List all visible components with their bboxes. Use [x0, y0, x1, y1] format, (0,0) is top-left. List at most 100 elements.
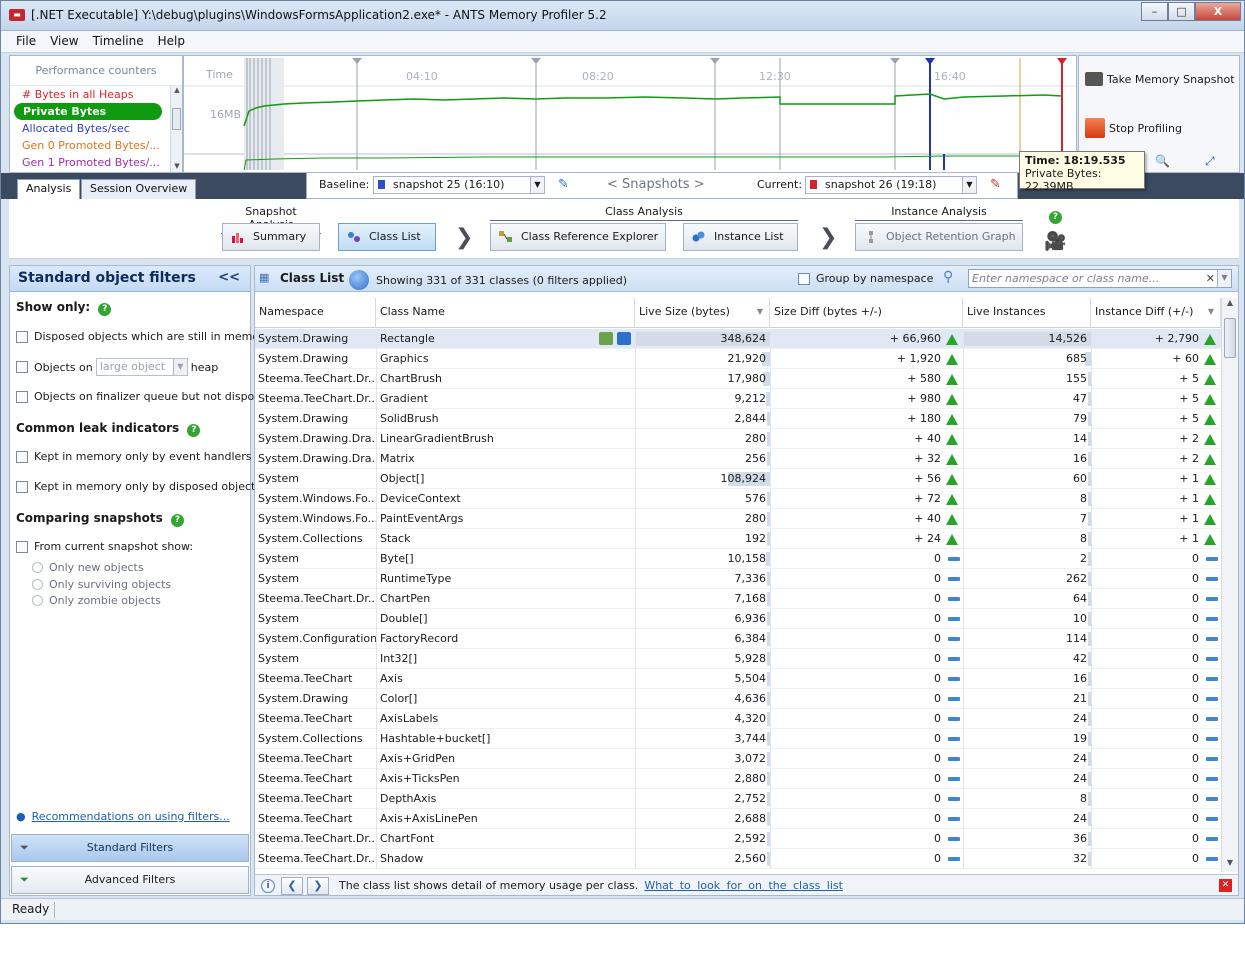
zoom-icon[interactable]: 🔍 — [1155, 154, 1170, 168]
table-row[interactable]: System.Collections Hashtable+bucket[] 3,74… — [255, 729, 1221, 749]
chevron-down-icon[interactable]: ▼ — [1217, 270, 1231, 287]
summary-button[interactable]: Summary — [222, 223, 320, 251]
checkbox[interactable] — [16, 330, 28, 343]
tab-analysis[interactable]: Analysis — [17, 179, 81, 199]
table-row[interactable]: System.Windows.Fo... PaintEventArgs 280 + 4… — [255, 509, 1221, 529]
edit-baseline-pencil-icon[interactable]: ✎ — [558, 177, 572, 192]
menu-view[interactable]: View — [43, 31, 85, 52]
info-link[interactable]: What to look for on the class list — [644, 879, 843, 892]
timeline-graph[interactable]: Time 16MB 04:10 08:20 12:30 16:40 — [183, 55, 1077, 173]
filter-finalizer[interactable]: Objects on finalizer queue but not dispo… — [16, 390, 274, 403]
table-row[interactable]: Steema.TeeChart Axis+GridPen 3,072 0 24 0 — [255, 749, 1221, 769]
help-icon[interactable]: ? — [170, 514, 184, 527]
table-row[interactable]: Steema.TeeChart.Dr... Gradient 9,212 + 980 4… — [255, 389, 1221, 409]
table-row[interactable]: System Byte[] 10,158 0 2 0 — [255, 549, 1221, 569]
table-row[interactable]: Steema.TeeChart Axis+AxisLinePen 2,688 0 24 0 — [255, 809, 1221, 829]
filter-event-handlers[interactable]: Kept in memory only by event handlers — [16, 450, 252, 463]
object-retention-graph-button[interactable]: Object Retention Graph — [855, 223, 1023, 251]
col-namespace[interactable]: Namespace — [255, 298, 376, 328]
col-live-size[interactable]: Live Size (bytes) ▼ — [635, 298, 770, 328]
edit-current-pencil-icon[interactable]: ✎ — [990, 177, 1004, 192]
minimize-button[interactable]: – — [1141, 2, 1168, 21]
table-row[interactable]: System.Drawing.Dra... LinearGradientBrush… — [255, 429, 1221, 449]
table-row[interactable]: System.Drawing Color[] 4,636 0 21 0 — [255, 689, 1221, 709]
maximize-button[interactable]: □ — [1168, 2, 1195, 21]
table-row[interactable]: System Int32[] 5,928 0 42 0 — [255, 649, 1221, 669]
perf-counters-scrollbar[interactable]: ▲ ▼ — [170, 86, 182, 172]
checkbox[interactable] — [16, 450, 28, 463]
help-icon[interactable]: ? — [187, 424, 201, 437]
col-size-diff[interactable]: Size Diff (bytes +/-) — [770, 298, 963, 328]
take-snapshot-button[interactable]: Take Memory Snapshot — [1085, 72, 1235, 86]
table-row[interactable]: System.Drawing.Dra... Matrix 256 + 32 16 + 2 — [255, 449, 1221, 469]
table-row[interactable]: System.Drawing SolidBrush 2,844 + 180 79 + 5 — [255, 409, 1221, 429]
checkbox[interactable] — [798, 272, 810, 285]
class-search-input[interactable]: Enter namespace or class name... ✕ ▼ — [968, 269, 1232, 288]
table-row[interactable]: Steema.TeeChart DepthAxis 2,752 0 8 0 — [255, 789, 1221, 809]
filter-disposed-objects[interactable]: Kept in memory only by disposed objects — [16, 480, 261, 493]
menu-file[interactable]: File — [9, 31, 43, 52]
perf-counter-item[interactable]: # Bytes in all Heaps — [10, 86, 168, 103]
radio-only-new[interactable]: Only new objects — [32, 561, 144, 574]
col-instance-diff[interactable]: Instance Diff (+/-) ▼ — [1091, 298, 1221, 328]
group-by-namespace[interactable]: Group by namespace — [798, 272, 933, 285]
perf-counter-item[interactable]: Gen 0 Promoted Bytes/... — [10, 137, 168, 154]
reference-explorer-icon[interactable] — [599, 332, 613, 345]
radio-only-surviving[interactable]: Only surviving objects — [32, 578, 171, 591]
table-row[interactable]: System.Drawing Graphics 21,920 + 1,920 685 + … — [255, 349, 1221, 369]
scroll-thumb[interactable] — [1224, 318, 1236, 358]
perf-counter-item[interactable]: Gen 1 Promoted Bytes/... — [10, 154, 168, 171]
table-row[interactable]: System.Collections Stack 192 + 24 8 + 1 — [255, 529, 1221, 549]
current-dropdown[interactable]: snapshot 26 (19:18) ▼ — [805, 176, 977, 194]
table-row[interactable]: System RuntimeType 7,336 0 262 0 — [255, 569, 1221, 589]
heap-type-select[interactable]: large object ▼ — [95, 358, 188, 376]
next-tip-button[interactable]: ❯ — [307, 876, 329, 895]
perf-counter-item[interactable]: Private Bytes — [14, 103, 162, 120]
table-row[interactable]: Steema.TeeChart Axis+TicksPen 2,880 0 24 0 — [255, 769, 1221, 789]
table-row[interactable]: Steema.TeeChart Axis 5,504 0 16 0 — [255, 669, 1221, 689]
table-row[interactable]: Steema.TeeChart.Dr... Shadow 2,560 0 32 0 — [255, 849, 1221, 869]
table-row[interactable]: Steema.TeeChart.Dr... ChartFont 2,592 0 36 0 — [255, 829, 1221, 849]
instance-list-icon[interactable] — [617, 332, 631, 345]
instance-list-button[interactable]: Instance List — [683, 223, 798, 251]
scroll-down-icon[interactable]: ▼ — [172, 162, 182, 172]
clear-search-icon[interactable]: ✕ — [1206, 270, 1215, 287]
previous-tip-button[interactable]: ❮ — [281, 876, 303, 895]
table-row[interactable]: System.Configuration FactoryRecord 6,384 0 1… — [255, 629, 1221, 649]
advanced-filters-button[interactable]: ⏷ Advanced Filters — [11, 866, 249, 894]
close-button[interactable]: X — [1195, 2, 1241, 21]
radio[interactable] — [32, 579, 43, 590]
table-row[interactable]: System.Windows.Fo... DeviceContext 576 + 72… — [255, 489, 1221, 509]
table-row[interactable]: System.Drawing Rectangle 348,624 + 66,960 14… — [255, 329, 1221, 349]
help-icon[interactable]: ? — [1049, 211, 1062, 224]
checkbox[interactable] — [16, 390, 28, 403]
checkbox[interactable] — [16, 540, 28, 553]
recommendations-link[interactable]: Recommendations on using filters... — [32, 810, 230, 823]
help-icon[interactable]: ? — [98, 303, 112, 316]
baseline-dropdown[interactable]: snapshot 25 (16:10) ▼ — [373, 176, 545, 194]
film-camera-icon[interactable]: 🎥 — [1044, 231, 1066, 252]
close-info-icon[interactable]: ✕ — [1219, 879, 1232, 892]
table-row[interactable]: Steema.TeeChart.Dr... ChartBrush 17,980 + 5… — [255, 369, 1221, 389]
scroll-down-icon[interactable]: ▼ — [1222, 858, 1238, 872]
menu-help[interactable]: Help — [151, 31, 192, 52]
col-live-instances[interactable]: Live Instances — [963, 298, 1091, 328]
col-class-name[interactable]: Class Name — [376, 298, 635, 328]
table-row[interactable]: System Object[] 108,924 + 56 60 + 1 — [255, 469, 1221, 489]
checkbox[interactable] — [16, 480, 28, 493]
menu-timeline[interactable]: Timeline — [86, 31, 151, 52]
class-list-button[interactable]: Class List — [338, 223, 436, 251]
snapshots-nav[interactable]: < Snapshots > — [607, 177, 705, 192]
class-list-scrollbar[interactable]: ▲ ▼ — [1221, 298, 1238, 872]
tab-session-overview[interactable]: Session Overview — [81, 179, 197, 199]
fit-icon[interactable]: ⤢ — [1205, 154, 1215, 169]
scroll-up-icon[interactable]: ▲ — [172, 86, 182, 96]
filter-disposed[interactable]: Disposed objects which are still in memo… — [16, 330, 270, 343]
scroll-thumb[interactable] — [172, 108, 181, 130]
filter-objects-on-heap[interactable]: Objects on large object ▼ heap — [16, 358, 218, 376]
table-row[interactable]: Steema.TeeChart AxisLabels 4,320 0 24 0 — [255, 709, 1221, 729]
standard-filters-button[interactable]: ⏷ Standard Filters — [11, 834, 249, 862]
radio-only-zombie[interactable]: Only zombie objects — [32, 594, 161, 607]
checkbox[interactable] — [16, 361, 28, 373]
radio[interactable] — [32, 595, 43, 606]
